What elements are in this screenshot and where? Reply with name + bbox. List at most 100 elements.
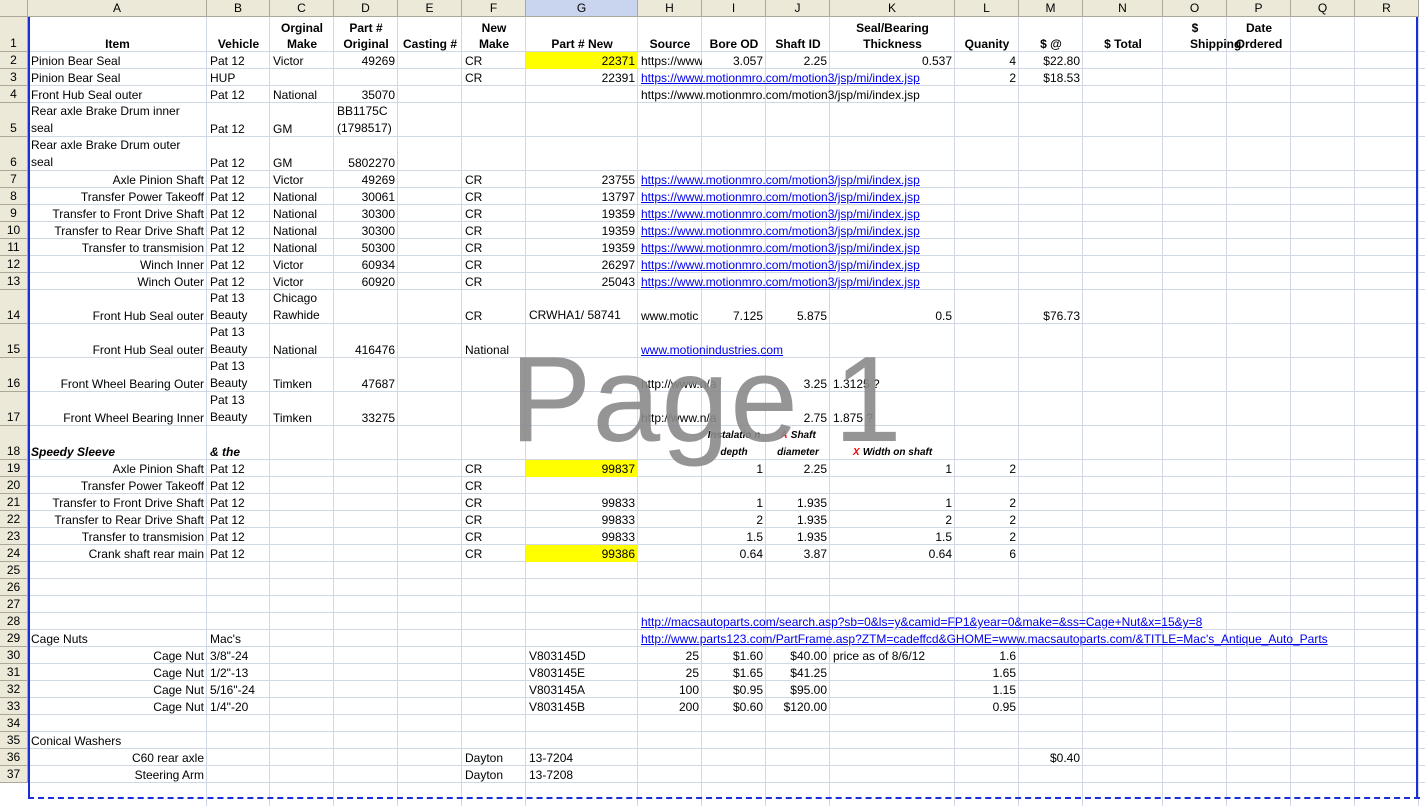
cell-f2[interactable]: CR xyxy=(462,52,526,69)
cell-f12[interactable]: CR xyxy=(462,256,526,273)
cell-a14[interactable]: Front Hub Seal outer xyxy=(28,290,207,324)
row-header-13[interactable]: 13 xyxy=(0,273,28,290)
cell-i18[interactable]: ZInstalatio n depth xyxy=(702,426,766,460)
cell-h32[interactable]: 100 xyxy=(638,681,702,698)
cell-a21[interactable]: Transfer to Front Drive Shaft xyxy=(28,494,207,511)
cell-c11[interactable]: National xyxy=(270,239,334,256)
cell-m36[interactable]: $0.40 xyxy=(1019,749,1083,766)
cell-l33[interactable]: 0.95 xyxy=(955,698,1019,715)
cell-g7[interactable]: 23755 xyxy=(526,171,638,188)
cell-f8[interactable]: CR xyxy=(462,188,526,205)
cell-j14[interactable]: 5.875 xyxy=(766,290,830,324)
row-header-4[interactable]: 4 xyxy=(0,86,28,103)
cell-g11[interactable]: 19359 xyxy=(526,239,638,256)
cell-a37[interactable]: Steering Arm xyxy=(28,766,207,783)
header-item[interactable]: Item xyxy=(28,17,207,52)
cell-d2[interactable]: 49269 xyxy=(334,52,398,69)
row-header-28[interactable]: 28 xyxy=(0,613,28,630)
cell-a17[interactable]: Front Wheel Bearing Inner xyxy=(28,392,207,426)
column-header-q[interactable]: Q xyxy=(1291,0,1355,17)
cell-a16[interactable]: Front Wheel Bearing Outer xyxy=(28,358,207,392)
column-header-e[interactable]: E xyxy=(398,0,462,17)
cell-f20[interactable]: CR xyxy=(462,477,526,494)
cell-a31[interactable]: Cage Nut xyxy=(28,664,207,681)
cell-c15[interactable]: National xyxy=(270,324,334,358)
cell-k17[interactable]: 1.875 ? xyxy=(830,392,955,426)
row-header-35[interactable]: 35 xyxy=(0,732,28,749)
row-header-36[interactable]: 36 xyxy=(0,749,28,766)
header-source[interactable]: Source xyxy=(638,17,702,52)
cell-k2[interactable]: 0.537 xyxy=(830,52,955,69)
header-new-make[interactable]: New Make xyxy=(462,17,526,52)
cell-b31[interactable]: 1/2"-13 xyxy=(207,664,270,681)
cell-j23[interactable]: 1.935 xyxy=(766,528,830,545)
row-header-11[interactable]: 11 xyxy=(0,239,28,256)
cell-g14[interactable]: CRWHA1/ 58741 xyxy=(526,290,638,324)
cell-g31[interactable]: V803145E xyxy=(526,664,638,681)
select-all-corner[interactable] xyxy=(0,0,28,17)
row-header-14[interactable]: 14 xyxy=(0,290,28,324)
cell-h13[interactable]: https://www.motionmro.com/motion3/jsp/mi… xyxy=(638,273,920,290)
cell-d4[interactable]: 35070 xyxy=(334,86,398,103)
cell-i24[interactable]: 0.64 xyxy=(702,545,766,562)
cell-h4[interactable]: https://www.motionmro.com/motion3/jsp/mi… xyxy=(638,86,920,103)
cell-b22[interactable]: Pat 12 xyxy=(207,511,270,528)
spreadsheet[interactable]: ABCDEFGHIJKLMNOPQR 1 2 3 4 5 6 7 8 9 10 11 12 13 14 15… xyxy=(0,0,1425,806)
cell-i33[interactable]: $0.60 xyxy=(702,698,766,715)
cell-k24[interactable]: 0.64 xyxy=(830,545,955,562)
cell-i32[interactable]: $0.95 xyxy=(702,681,766,698)
row-header-15[interactable]: 15 xyxy=(0,324,28,358)
row-header-5[interactable]: 5 xyxy=(0,103,28,137)
cell-c14[interactable]: Chicago Rawhide xyxy=(270,290,334,324)
cell-l24[interactable]: 6 xyxy=(955,545,1019,562)
row-header-25[interactable]: 25 xyxy=(0,562,28,579)
cell-c10[interactable]: National xyxy=(270,222,334,239)
header-date-ordered[interactable]: Date Ordered xyxy=(1227,17,1291,52)
cell-a32[interactable]: Cage Nut xyxy=(28,681,207,698)
cell-a29[interactable]: Cage Nuts xyxy=(28,630,207,647)
cell-h14[interactable]: www.motic xyxy=(638,290,702,324)
cell-l19[interactable]: 2 xyxy=(955,460,1019,477)
cell-k30[interactable]: price as of 8/6/12 xyxy=(830,647,955,664)
cell-g36[interactable]: 13-7204 xyxy=(526,749,638,766)
cell-b18[interactable]: & the xyxy=(207,426,270,460)
header-shipping[interactable]: $ Shipping xyxy=(1163,17,1241,52)
cell-b16[interactable]: Pat 13 Beauty xyxy=(207,358,270,392)
cell-j21[interactable]: 1.935 xyxy=(766,494,830,511)
column-header-i[interactable]: I xyxy=(702,0,766,17)
cell-b30[interactable]: 3/8"-24 xyxy=(207,647,270,664)
cell-b13[interactable]: Pat 12 xyxy=(207,273,270,290)
cell-b17[interactable]: Pat 13 Beauty xyxy=(207,392,270,426)
row-header-20[interactable]: 20 xyxy=(0,477,28,494)
row-header-2[interactable]: 2 xyxy=(0,52,28,69)
cell-d7[interactable]: 49269 xyxy=(334,171,398,188)
cell-b29[interactable]: Mac's xyxy=(207,630,270,647)
cell-k19[interactable]: 1 xyxy=(830,460,955,477)
row-header-19[interactable]: 19 xyxy=(0,460,28,477)
cell-g23[interactable]: 99833 xyxy=(526,528,638,545)
cell-j22[interactable]: 1.935 xyxy=(766,511,830,528)
cell-l21[interactable]: 2 xyxy=(955,494,1019,511)
column-header-b[interactable]: B xyxy=(207,0,270,17)
cell-h9[interactable]: https://www.motionmro.com/motion3/jsp/mi… xyxy=(638,205,920,222)
cell-k16[interactable]: 1.3125 ? xyxy=(830,358,955,392)
cell-h30[interactable]: 25 xyxy=(638,647,702,664)
cell-k22[interactable]: 2 xyxy=(830,511,955,528)
column-header-l[interactable]: L xyxy=(955,0,1019,17)
cell-c2[interactable]: Victor xyxy=(270,52,334,69)
row-header-34[interactable]: 34 xyxy=(0,715,28,732)
cell-g9[interactable]: 19359 xyxy=(526,205,638,222)
cell-d13[interactable]: 60920 xyxy=(334,273,398,290)
cell-i22[interactable]: 2 xyxy=(702,511,766,528)
cell-a19[interactable]: Axle Pinion Shaft xyxy=(28,460,207,477)
row-header-18[interactable]: 18 xyxy=(0,426,28,460)
cell-g8[interactable]: 13797 xyxy=(526,188,638,205)
cell-a15[interactable]: Front Hub Seal outer xyxy=(28,324,207,358)
row-header-8[interactable]: 8 xyxy=(0,188,28,205)
cell-c6[interactable]: GM xyxy=(270,137,334,171)
cell-l32[interactable]: 1.15 xyxy=(955,681,1019,698)
cell-h33[interactable]: 200 xyxy=(638,698,702,715)
cell-g13[interactable]: 25043 xyxy=(526,273,638,290)
column-header-n[interactable]: N xyxy=(1083,0,1163,17)
cell-a6[interactable]: Rear axle Brake Drum outer seal xyxy=(28,137,207,171)
